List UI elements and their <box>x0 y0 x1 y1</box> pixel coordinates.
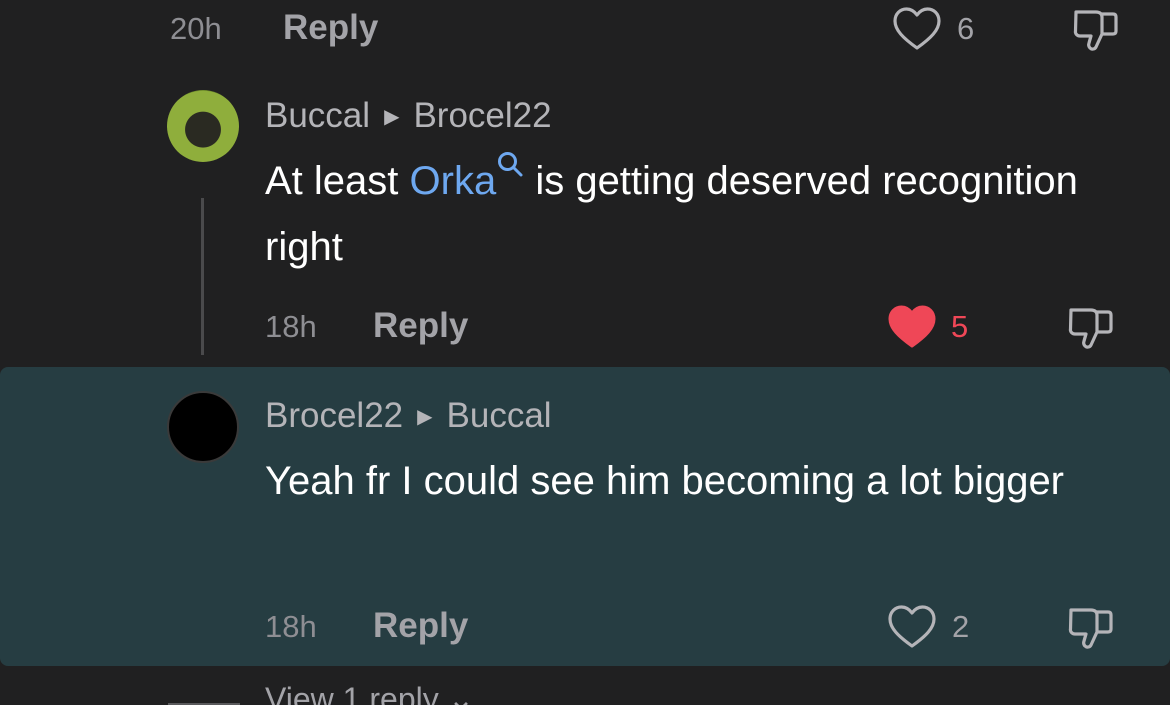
avatar[interactable] <box>167 391 239 463</box>
caret-right-icon: ▶ <box>417 406 433 428</box>
author-name[interactable]: Brocel22 <box>265 396 403 435</box>
comment-text: Yeah fr I could see him becoming a lot b… <box>265 459 1065 503</box>
comment-actions-row: 20h Reply 6 <box>0 0 1170 60</box>
reply-to-name[interactable]: Brocel22 <box>413 96 551 135</box>
like-count: 6 <box>957 11 975 46</box>
reply-button[interactable]: Reply <box>373 606 468 646</box>
like-count: 2 <box>952 609 970 644</box>
reply-header: Buccal ▶ Brocel22 <box>265 96 552 136</box>
thumbs-down-icon[interactable] <box>1061 298 1121 358</box>
author-name[interactable]: Buccal <box>265 96 370 135</box>
search-icon[interactable] <box>496 138 524 200</box>
avatar[interactable] <box>167 90 239 162</box>
thumbs-down-icon[interactable] <box>1061 598 1121 658</box>
comment-actions-row: 18h Reply 5 <box>0 298 1170 358</box>
comment-time: 18h <box>265 309 317 344</box>
comment-thread: 20h Reply 6 Buccal ▶ Brocel22 At least Ork… <box>0 0 1170 705</box>
comment-time: 20h <box>170 11 222 46</box>
comment-text-part: At least <box>265 159 410 203</box>
mention-link[interactable]: Orka <box>410 159 497 203</box>
thumbs-down-icon[interactable] <box>1066 0 1126 60</box>
like-count: 5 <box>951 309 969 344</box>
view-replies-label: View 1 reply <box>265 681 439 705</box>
reply-to-name[interactable]: Buccal <box>447 396 552 435</box>
view-replies-button[interactable]: View 1 reply ⌄ <box>265 680 474 705</box>
comment-time: 18h <box>265 609 317 644</box>
reply-button[interactable]: Reply <box>283 8 378 48</box>
heart-icon[interactable] <box>884 600 940 656</box>
caret-right-icon: ▶ <box>384 106 400 128</box>
heart-icon[interactable] <box>884 300 940 356</box>
comment-text: At least Orka is getting deserved recogn… <box>265 150 1095 278</box>
reply-button[interactable]: Reply <box>373 306 468 346</box>
heart-icon[interactable] <box>889 2 945 58</box>
reply-header: Brocel22 ▶ Buccal <box>265 396 552 436</box>
chevron-down-icon: ⌄ <box>447 681 475 705</box>
comment-actions-row: 18h Reply 2 <box>0 598 1170 658</box>
